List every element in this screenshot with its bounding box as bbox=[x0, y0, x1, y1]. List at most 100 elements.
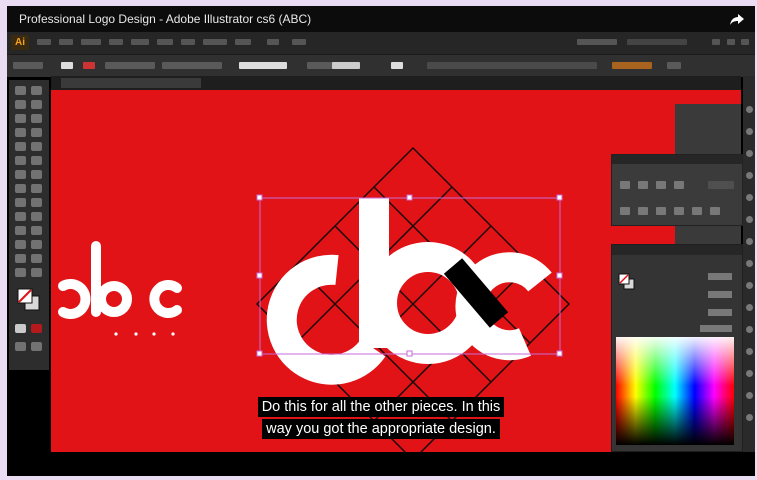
crop-button[interactable] bbox=[674, 207, 684, 215]
menu-item[interactable] bbox=[109, 39, 123, 45]
divide-button[interactable] bbox=[620, 207, 630, 215]
stroke-weight-field[interactable] bbox=[105, 62, 155, 69]
menu-item[interactable] bbox=[181, 39, 195, 45]
menu-item[interactable] bbox=[131, 39, 149, 45]
minus-back-button[interactable] bbox=[710, 207, 720, 215]
eraser-tool-icon[interactable] bbox=[31, 156, 42, 165]
shape-builder-tool-icon[interactable] bbox=[15, 198, 26, 207]
menu-item[interactable] bbox=[59, 39, 73, 45]
graph-tool-icon[interactable] bbox=[31, 240, 42, 249]
fill-swatch[interactable] bbox=[61, 62, 73, 69]
lasso-tool-icon[interactable] bbox=[31, 100, 42, 109]
variable-width-field[interactable] bbox=[162, 62, 222, 69]
trim-button[interactable] bbox=[638, 207, 648, 215]
search-field[interactable] bbox=[627, 39, 687, 45]
window-control[interactable] bbox=[741, 39, 749, 45]
align-buttons[interactable] bbox=[427, 62, 597, 69]
selection-tool-icon[interactable] bbox=[15, 86, 26, 95]
opacity-field[interactable] bbox=[332, 62, 360, 69]
workspace-switcher[interactable] bbox=[577, 39, 617, 45]
menu-item[interactable] bbox=[267, 39, 279, 45]
panel-icon[interactable] bbox=[746, 238, 753, 245]
panel-icon[interactable] bbox=[746, 304, 753, 311]
free-transform-tool-icon[interactable] bbox=[31, 184, 42, 193]
zoom-tool-icon[interactable] bbox=[31, 268, 42, 277]
panel-icon[interactable] bbox=[746, 282, 753, 289]
outline-button[interactable] bbox=[692, 207, 702, 215]
pathfinder-panel-tab[interactable] bbox=[612, 155, 742, 164]
artboard-tool-icon[interactable] bbox=[15, 254, 26, 263]
video-title-bar: Professional Logo Design - Adobe Illustr… bbox=[7, 6, 755, 32]
panel-icon[interactable] bbox=[746, 216, 753, 223]
minus-front-button[interactable] bbox=[638, 181, 648, 189]
mesh-tool-icon[interactable] bbox=[15, 212, 26, 221]
line-tool-icon[interactable] bbox=[15, 128, 26, 137]
green-slider-value[interactable] bbox=[708, 291, 732, 298]
share-arrow-icon[interactable] bbox=[729, 11, 745, 27]
hex-value-field[interactable] bbox=[700, 325, 732, 332]
direct-selection-tool-icon[interactable] bbox=[31, 86, 42, 95]
panel-icon[interactable] bbox=[746, 326, 753, 333]
exclude-button[interactable] bbox=[674, 181, 684, 189]
menu-item[interactable] bbox=[37, 39, 51, 45]
fill-stroke-swatch-icon[interactable] bbox=[618, 273, 636, 291]
window-control[interactable] bbox=[712, 39, 720, 45]
drawing-mode-icon[interactable] bbox=[15, 342, 26, 351]
blend-tool-icon[interactable] bbox=[31, 226, 42, 235]
rectangle-tool-icon[interactable] bbox=[31, 128, 42, 137]
panel-menu-icon[interactable] bbox=[667, 62, 681, 69]
fill-stroke-icon[interactable] bbox=[15, 286, 43, 314]
symbol-sprayer-tool-icon[interactable] bbox=[15, 240, 26, 249]
slice-tool-icon[interactable] bbox=[31, 254, 42, 263]
panel-icon[interactable] bbox=[746, 260, 753, 267]
video-bottom-bar bbox=[7, 452, 755, 476]
intersect-button[interactable] bbox=[656, 181, 666, 189]
panel-icon[interactable] bbox=[746, 106, 753, 113]
video-title[interactable]: Professional Logo Design - Adobe Illustr… bbox=[19, 12, 311, 26]
magic-wand-tool-icon[interactable] bbox=[15, 100, 26, 109]
style-swatch[interactable] bbox=[391, 62, 403, 69]
scale-tool-icon[interactable] bbox=[31, 170, 42, 179]
color-panel-tabs[interactable] bbox=[612, 245, 742, 255]
expand-button[interactable] bbox=[708, 181, 734, 189]
panel-icon[interactable] bbox=[746, 172, 753, 179]
video-frame[interactable]: Professional Logo Design - Adobe Illustr… bbox=[7, 6, 755, 476]
tools-panel bbox=[9, 80, 49, 370]
brush-definition-field[interactable] bbox=[239, 62, 287, 69]
hand-tool-icon[interactable] bbox=[15, 268, 26, 277]
panel-icon[interactable] bbox=[746, 348, 753, 355]
transform-link[interactable] bbox=[612, 62, 652, 69]
perspective-grid-tool-icon[interactable] bbox=[31, 198, 42, 207]
blue-slider-value[interactable] bbox=[708, 309, 732, 316]
rotate-tool-icon[interactable] bbox=[15, 170, 26, 179]
gradient-tool-icon[interactable] bbox=[31, 212, 42, 221]
pen-tool-icon[interactable] bbox=[15, 114, 26, 123]
screen-mode-icon[interactable] bbox=[31, 342, 42, 351]
document-tab-strip bbox=[51, 76, 741, 90]
illustrator-logo: Ai bbox=[11, 35, 29, 50]
menu-item[interactable] bbox=[235, 39, 251, 45]
width-tool-icon[interactable] bbox=[15, 184, 26, 193]
panel-icon[interactable] bbox=[746, 194, 753, 201]
gradient-mode-icon[interactable] bbox=[31, 324, 42, 333]
panel-icon[interactable] bbox=[746, 128, 753, 135]
menu-item[interactable] bbox=[203, 39, 227, 45]
unite-button[interactable] bbox=[620, 181, 630, 189]
document-tab[interactable] bbox=[61, 78, 201, 88]
panel-icon[interactable] bbox=[746, 150, 753, 157]
pencil-tool-icon[interactable] bbox=[31, 142, 42, 151]
paintbrush-tool-icon[interactable] bbox=[15, 142, 26, 151]
eyedropper-tool-icon[interactable] bbox=[15, 226, 26, 235]
panel-icon[interactable] bbox=[746, 370, 753, 377]
menu-item[interactable] bbox=[292, 39, 306, 45]
window-control[interactable] bbox=[727, 39, 735, 45]
type-tool-icon[interactable] bbox=[31, 114, 42, 123]
stroke-swatch[interactable] bbox=[83, 62, 95, 69]
blob-brush-tool-icon[interactable] bbox=[15, 156, 26, 165]
color-mode-icon[interactable] bbox=[15, 324, 26, 333]
merge-button[interactable] bbox=[656, 207, 666, 215]
menu-item[interactable] bbox=[157, 39, 173, 45]
red-slider-value[interactable] bbox=[708, 273, 732, 280]
subtitle-line-1: Do this for all the other pieces. In thi… bbox=[257, 397, 505, 417]
menu-item[interactable] bbox=[81, 39, 101, 45]
